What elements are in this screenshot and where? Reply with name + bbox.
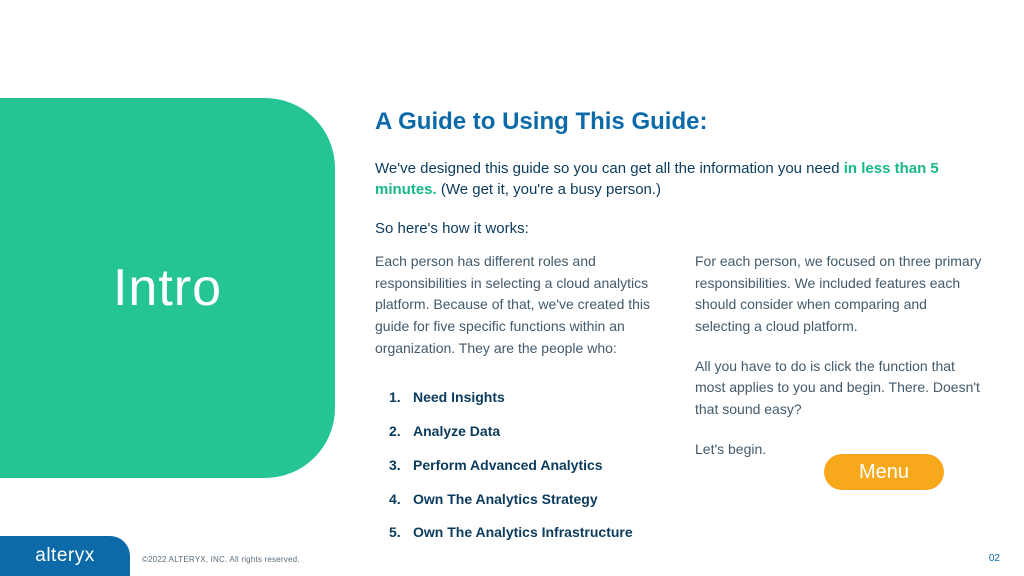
intro-panel: Intro: [0, 98, 335, 478]
columns: Each person has different roles and resp…: [375, 251, 985, 556]
list-item: Analyze Data: [389, 421, 665, 443]
list-item: Own The Analytics Infrastructure: [389, 522, 665, 544]
how-it-works-label: So here's how it works:: [375, 220, 985, 237]
column-left: Each person has different roles and resp…: [375, 251, 665, 556]
slide: Intro A Guide to Using This Guide: We've…: [0, 0, 1024, 576]
menu-button[interactable]: Menu: [824, 454, 944, 490]
brand-logo-text: alteryx: [35, 545, 94, 567]
col2-paragraph-1: For each person, we focused on three pri…: [695, 251, 985, 338]
column-right: For each person, we focused on three pri…: [695, 251, 985, 556]
functions-list: Need Insights Analyze Data Perform Advan…: [375, 387, 665, 543]
copyright-text: ©2022 ALTERYX, INC. All rights reserved.: [142, 555, 300, 564]
list-item: Need Insights: [389, 387, 665, 409]
lede-paragraph: We've designed this guide so you can get…: [375, 158, 985, 200]
intro-panel-label: Intro: [113, 258, 222, 318]
page-number: 02: [989, 553, 1000, 564]
list-item: Own The Analytics Strategy: [389, 489, 665, 511]
lede-text-post: (We get it, you're a busy person.): [441, 181, 661, 198]
list-item: Perform Advanced Analytics: [389, 455, 665, 477]
page-title: A Guide to Using This Guide:: [375, 108, 985, 136]
col2-paragraph-2: All you have to do is click the function…: [695, 356, 985, 421]
lede-text-pre: We've designed this guide so you can get…: [375, 160, 844, 177]
brand-pill: alteryx: [0, 536, 130, 576]
col1-paragraph: Each person has different roles and resp…: [375, 251, 665, 359]
